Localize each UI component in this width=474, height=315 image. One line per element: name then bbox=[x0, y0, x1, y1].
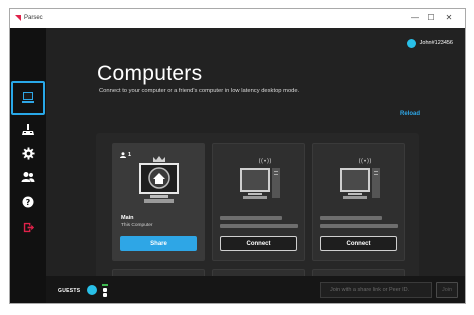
guests-label: GUESTS bbox=[58, 288, 81, 294]
svg-text:((•)): ((•)) bbox=[359, 158, 372, 165]
sidebar-item-computers[interactable] bbox=[11, 81, 45, 115]
help-icon: ? bbox=[22, 196, 34, 208]
peer-id-input[interactable] bbox=[320, 282, 432, 298]
username: John#123456 bbox=[419, 40, 453, 46]
user-menu[interactable]: John#123456 bbox=[406, 38, 453, 48]
sidebar: ? bbox=[10, 28, 46, 303]
name-placeholder bbox=[220, 216, 282, 220]
minimize-button[interactable]: — bbox=[408, 12, 422, 24]
close-button[interactable]: ✕ bbox=[442, 12, 456, 24]
remote-computer-icon: ((•)) bbox=[340, 158, 380, 199]
page-subtitle: Connect to your computer or a friend's c… bbox=[99, 88, 300, 94]
user-icon bbox=[120, 152, 126, 158]
subtitle-placeholder bbox=[320, 224, 398, 228]
connect-button[interactable]: Connect bbox=[320, 236, 397, 251]
guests-bar: GUESTS Join bbox=[46, 276, 465, 303]
computer-card[interactable]: ((•)) Connect bbox=[212, 143, 305, 261]
sidebar-item-help[interactable]: ? bbox=[16, 190, 40, 214]
computer-card-partial[interactable] bbox=[212, 269, 305, 276]
computer-subtitle: This Computer bbox=[121, 223, 153, 228]
gear-icon bbox=[21, 146, 35, 160]
user-count: 1 bbox=[120, 152, 131, 158]
subtitle-placeholder bbox=[220, 224, 298, 228]
sidebar-item-arcade[interactable] bbox=[16, 118, 40, 142]
page-title: Computers bbox=[97, 62, 203, 85]
parsec-logo-icon bbox=[15, 15, 21, 21]
arcade-icon bbox=[22, 124, 34, 135]
reload-button[interactable]: Reload bbox=[400, 111, 420, 117]
app-title: Parsec bbox=[24, 15, 43, 21]
host-computer-icon bbox=[139, 156, 179, 203]
computer-card-partial[interactable] bbox=[112, 269, 205, 276]
share-button[interactable]: Share bbox=[120, 236, 197, 251]
maximize-button[interactable]: ☐ bbox=[424, 12, 438, 24]
computer-card[interactable]: ((•)) Connect bbox=[312, 143, 405, 261]
guest-avatar[interactable] bbox=[87, 285, 97, 295]
avatar bbox=[406, 38, 416, 48]
svg-text:?: ? bbox=[26, 198, 31, 207]
logout-icon bbox=[23, 222, 34, 232]
sidebar-item-friends[interactable] bbox=[16, 165, 40, 189]
sidebar-item-settings[interactable] bbox=[16, 141, 40, 165]
computer-card-partial[interactable] bbox=[312, 269, 405, 276]
app-window: Parsec — ☐ ✕ ? John#123456 Computers Con… bbox=[9, 8, 466, 304]
computer-card-main[interactable]: 1 Main This Computer Share bbox=[112, 143, 205, 261]
connect-button[interactable]: Connect bbox=[220, 236, 297, 251]
remote-computer-icon: ((•)) bbox=[240, 158, 280, 199]
name-placeholder bbox=[320, 216, 382, 220]
sidebar-item-logout[interactable] bbox=[16, 215, 40, 239]
main-content: John#123456 Computers Connect to your co… bbox=[46, 28, 465, 276]
computer-icon bbox=[22, 92, 34, 103]
friends-icon bbox=[21, 172, 35, 182]
title-bar: Parsec — ☐ ✕ bbox=[10, 9, 465, 28]
computer-name: Main bbox=[121, 215, 134, 221]
svg-text:((•)): ((•)) bbox=[259, 158, 272, 165]
user-count-value: 1 bbox=[128, 152, 132, 158]
join-button[interactable]: Join bbox=[436, 282, 458, 298]
computer-grid: 1 Main This Computer Share ((•)) Connect… bbox=[96, 133, 419, 276]
guest-status-icon bbox=[102, 284, 108, 297]
